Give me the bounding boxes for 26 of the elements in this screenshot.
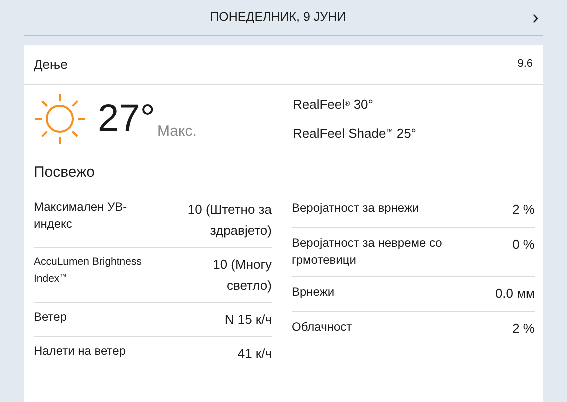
day-title: ПОНЕДЕЛНИК, 9 ЈУНИ xyxy=(210,9,346,26)
temperature-label: Макс. xyxy=(157,122,197,142)
period-label: Дење xyxy=(34,56,68,74)
date-label: 9.6 xyxy=(518,57,533,72)
detail-value: 41 к/ч xyxy=(236,345,272,363)
detail-value: 0.0 мм xyxy=(494,285,535,303)
detail-label: AccuLumen Brightness Index$^{™}$ xyxy=(34,255,143,287)
detail-label: Облачност xyxy=(292,319,354,336)
detail-label: Ветер xyxy=(34,309,68,326)
detail-label: Максимален УВ-индекс xyxy=(34,199,128,233)
detail-value: 0 % xyxy=(512,236,535,254)
detail-value: N 15 к/ч xyxy=(224,311,272,329)
next-button[interactable]: › xyxy=(532,8,539,28)
detail-label: Врнежи xyxy=(292,284,336,301)
realfeel-text: RealFeel Shade$^{™}$ 25° xyxy=(293,124,417,142)
detail-value: 2 % xyxy=(512,201,535,219)
temperature: 27° xyxy=(98,100,156,138)
detail-label: Веројатност за невреме со грмотевици xyxy=(292,235,444,269)
weather-phrase: Посвежо xyxy=(34,164,95,181)
sun-icon xyxy=(34,93,86,145)
detail-value: 10 (Штетно за здравјето) xyxy=(186,201,272,240)
realfeel-text: RealFeel$^{®}$ 30° xyxy=(293,96,374,114)
detail-label: Веројатност за врнежи xyxy=(292,200,420,217)
detail-value: 10 (Многу светло) xyxy=(212,256,272,295)
detail-value: 2 % xyxy=(512,320,535,338)
detail-label: Налети на ветер xyxy=(34,343,128,360)
